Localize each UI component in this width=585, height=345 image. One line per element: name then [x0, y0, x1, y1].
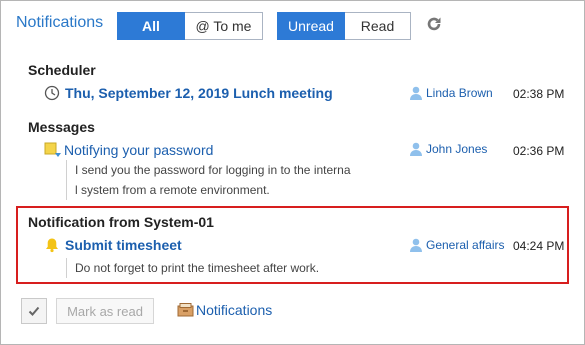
mark-as-read-button[interactable]: Mark as read [56, 298, 154, 324]
sender-name: General affairs [426, 238, 505, 252]
checkmark-icon [28, 306, 40, 316]
filter-to-me-button[interactable]: @ To me [185, 12, 263, 40]
item-title-link[interactable]: Submit timesheet [65, 237, 182, 253]
item-time: 02:36 PM [513, 144, 565, 158]
section-messages: Messages [28, 119, 95, 135]
filter-unread-button[interactable]: Unread [277, 12, 345, 40]
item-title-link[interactable]: Notifying your password [64, 142, 213, 158]
section-system: Notification from System-01 [28, 214, 214, 230]
filter-all-button[interactable]: All [117, 12, 185, 40]
bell-icon [46, 238, 58, 253]
refresh-icon[interactable] [426, 16, 442, 32]
recipient-filter: All @ To me [117, 12, 263, 40]
sender-name: Linda Brown [426, 86, 493, 100]
list-item: Notifying your password [44, 141, 213, 159]
section-scheduler: Scheduler [28, 62, 96, 78]
select-all-checkbox[interactable] [21, 298, 47, 324]
notification-box-icon [177, 303, 194, 317]
filter-read-button[interactable]: Read [345, 12, 411, 40]
description-line: l system from a remote environment. [75, 183, 270, 197]
user-icon [410, 238, 422, 252]
list-item: Thu, September 12, 2019 Lunch meeting [44, 85, 333, 101]
description-line: Do not forget to print the timesheet aft… [75, 261, 320, 275]
item-description: Do not forget to print the timesheet aft… [66, 258, 319, 278]
item-description: I send you the password for logging in t… [66, 160, 351, 200]
message-icon [44, 142, 61, 157]
notifications-link[interactable]: Notifications [177, 302, 272, 318]
user-icon [410, 86, 422, 100]
clock-icon [44, 85, 60, 101]
item-time: 02:38 PM [513, 87, 565, 101]
sender-link[interactable]: General affairs [408, 237, 505, 253]
sender-link[interactable]: Linda Brown [408, 85, 493, 101]
sender-link[interactable]: John Jones [408, 141, 487, 157]
item-time: 04:24 PM [513, 239, 565, 253]
list-item: Submit timesheet [44, 237, 182, 253]
panel-title: Notifications [16, 14, 104, 31]
status-filter: Unread Read [277, 12, 411, 40]
description-line: I send you the password for logging in t… [75, 163, 351, 177]
user-icon [410, 142, 422, 156]
sender-name: John Jones [426, 142, 488, 156]
item-title-link[interactable]: Thu, September 12, 2019 Lunch meeting [65, 85, 333, 101]
notifications-link-label: Notifications [196, 302, 273, 318]
